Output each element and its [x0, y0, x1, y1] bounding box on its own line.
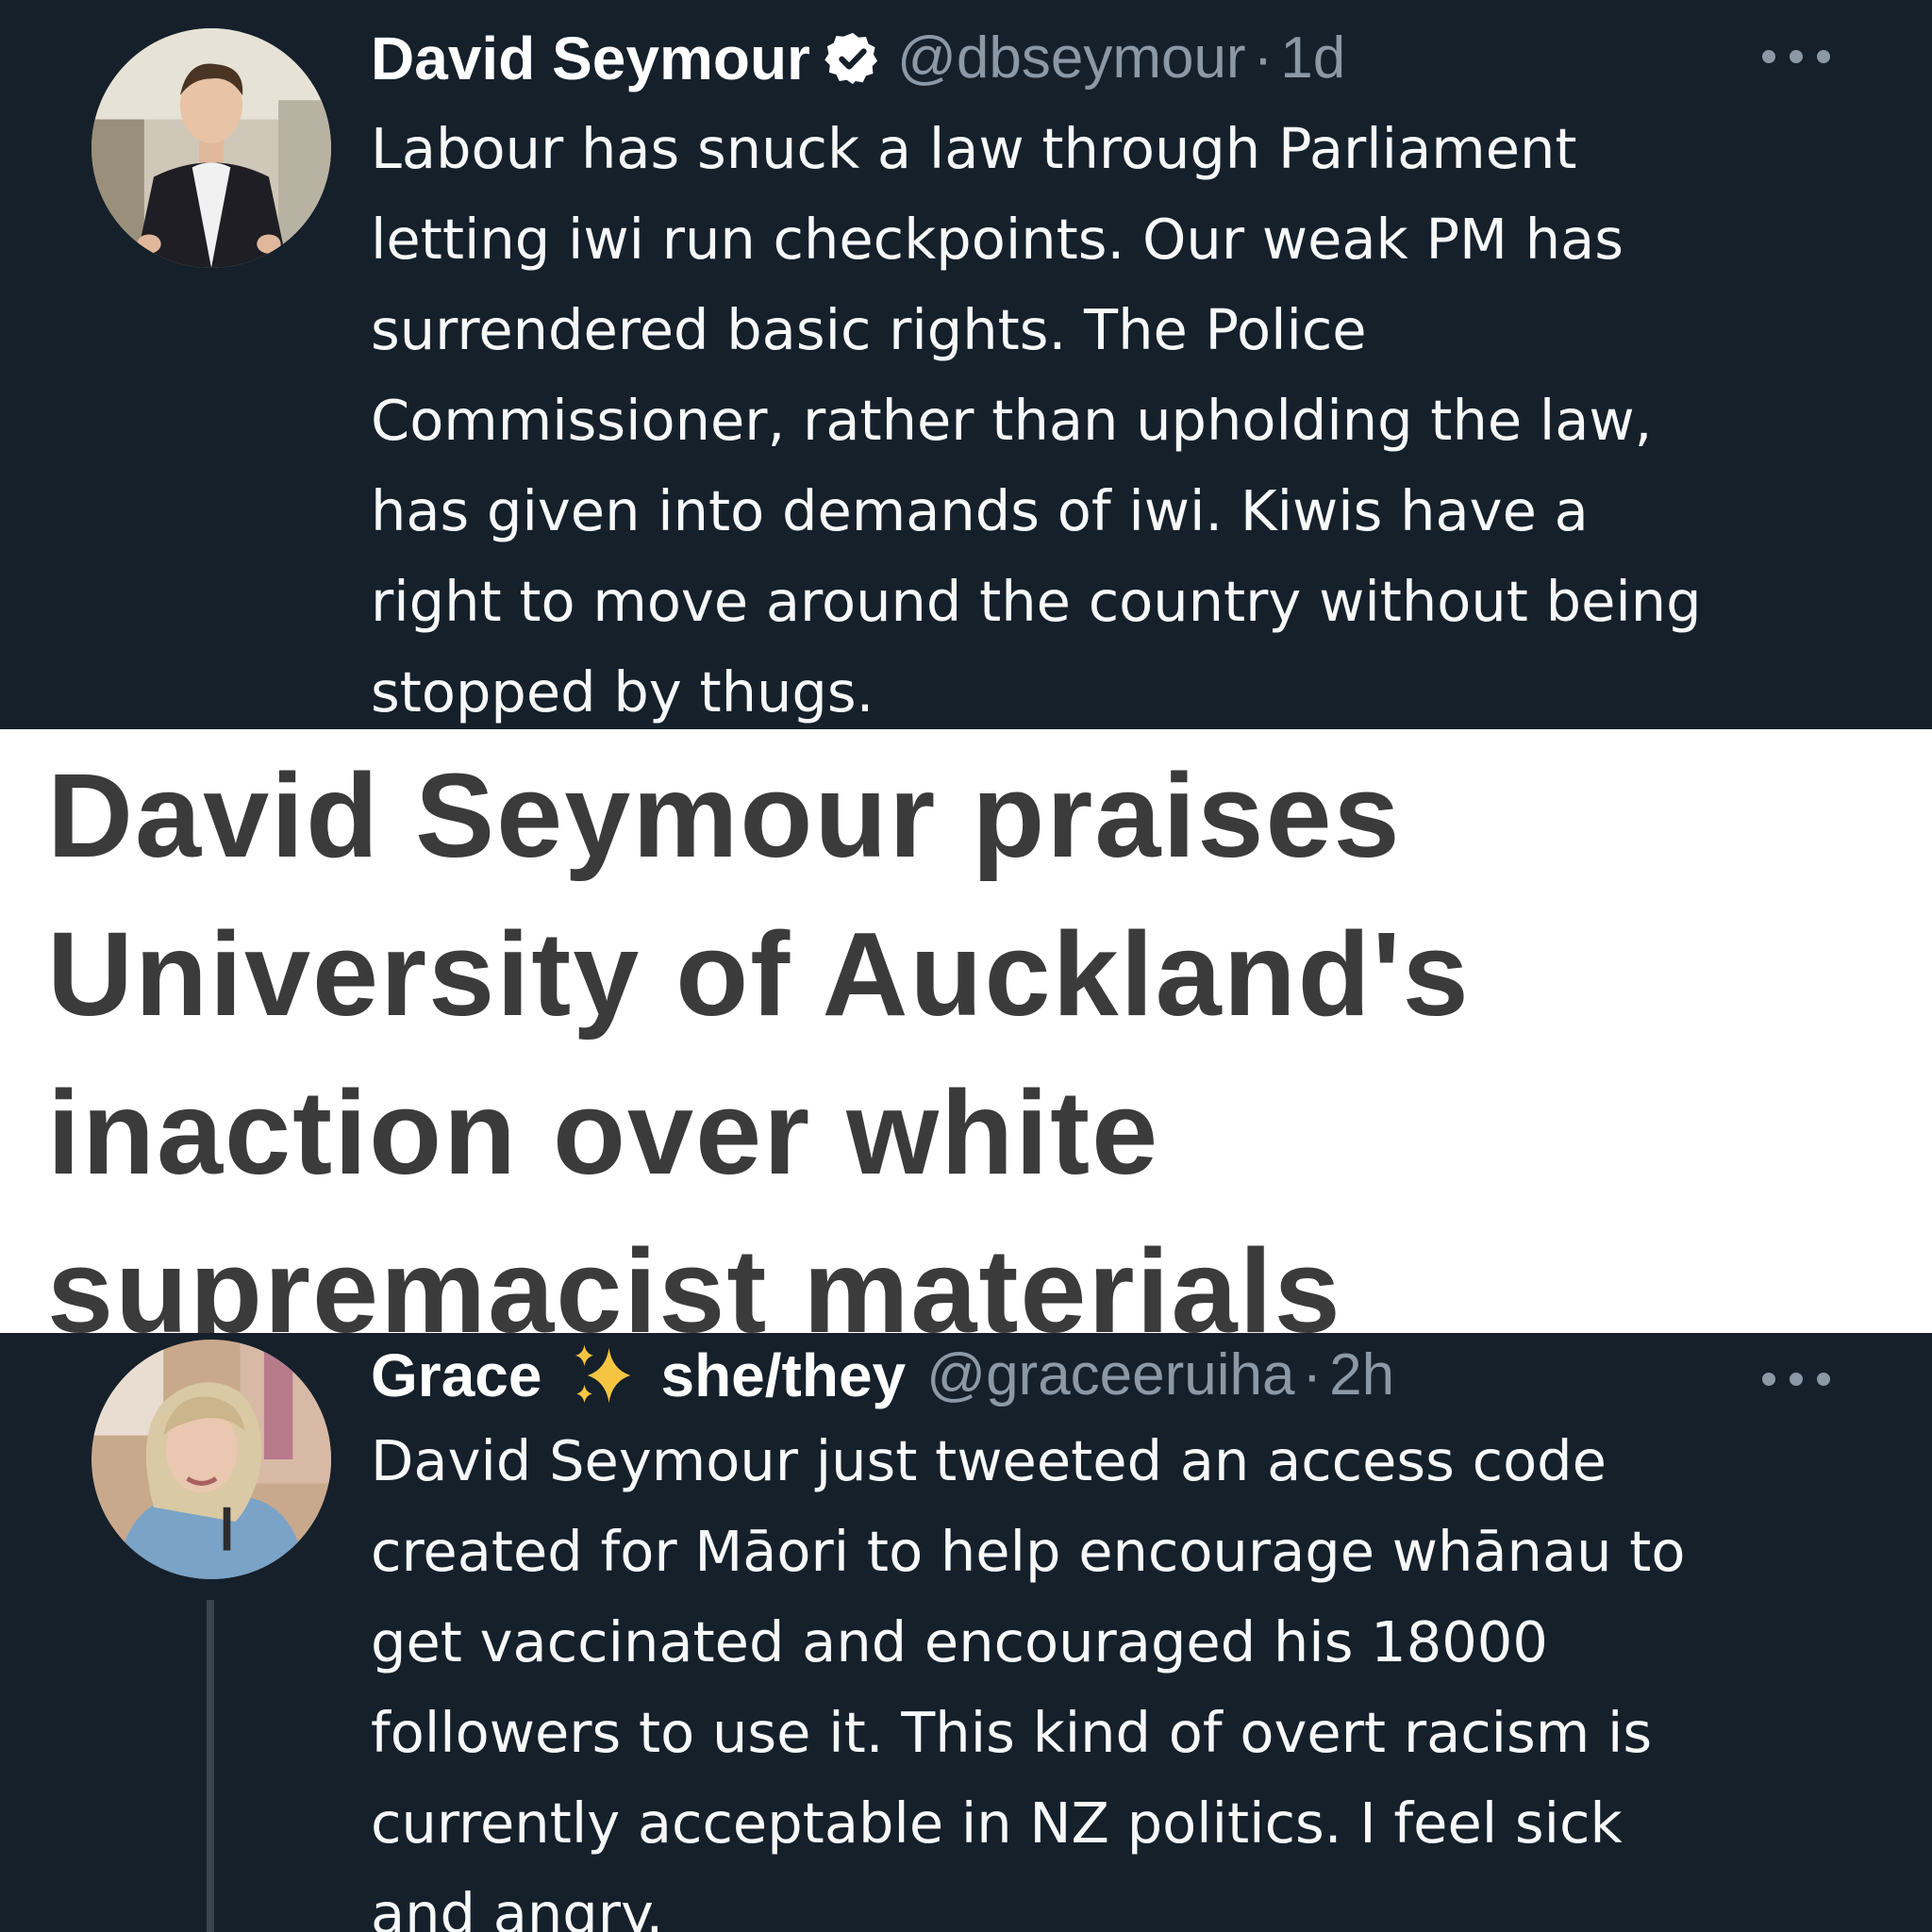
display-name[interactable]: Grace [371, 1338, 541, 1413]
tweet-text-line: right to move around the country without… [371, 569, 1702, 634]
tweet-text-line: David Seymour just tweeted an access cod… [371, 1428, 1607, 1493]
tweet-grace[interactable]: Grace she/they @graceeruiha · 2h David S… [0, 1333, 1932, 1932]
thread-connector-line [207, 1600, 214, 1932]
tweet-text-line: letting iwi run checkpoints. Our weak PM… [371, 207, 1624, 272]
tweet-text-line: Labour has snuck a law through Parliamen… [371, 116, 1577, 181]
tweet-text-line: created for Māori to help encourage whān… [371, 1519, 1686, 1584]
user-handle[interactable]: @dbseymour [897, 21, 1246, 96]
tweet-david-seymour[interactable]: David Seymour @dbseymour · 1d Labour has… [0, 0, 1932, 729]
avatar-grace[interactable] [92, 1340, 331, 1579]
tweet-header: Grace she/they @graceeruiha · 2h [371, 1338, 1394, 1413]
tweet-text-line: and angry. [371, 1881, 664, 1932]
tweet-text-line: currently acceptable in NZ politics. I f… [371, 1790, 1623, 1856]
tweet-text-line: has given into demands of iwi. Kiwis hav… [371, 478, 1589, 543]
tweet-text-line: get vaccinated and encouraged his 18000 [371, 1609, 1548, 1674]
news-headline-panel: David Seymour praises University of Auck… [0, 729, 1932, 1333]
more-options-icon[interactable] [1762, 45, 1830, 68]
headline-line: supremacist materials [47, 1224, 1342, 1333]
tweet-text: David Seymour just tweeted an access cod… [371, 1416, 1861, 1932]
tweet-timestamp[interactable]: 1d [1280, 21, 1345, 96]
tweet-text-line: stopped by thugs. [371, 659, 874, 724]
screenshot-collage: David Seymour @dbseymour · 1d Labour has… [0, 0, 1932, 1932]
avatar-photo-icon [92, 1340, 331, 1579]
more-options-icon[interactable] [1762, 1368, 1830, 1391]
headline-line: inaction over white [47, 1066, 1160, 1199]
tweet-timestamp[interactable]: 2h [1329, 1338, 1394, 1413]
tweet-text-line: Commissioner, rather than upholding the … [371, 388, 1653, 453]
separator-dot: · [1302, 1342, 1323, 1407]
tweet-header: David Seymour @dbseymour · 1d [371, 21, 1345, 96]
avatar-david-seymour[interactable] [92, 28, 331, 268]
headline-line: David Seymour praises [47, 749, 1402, 882]
pronouns: she/they [660, 1341, 907, 1409]
sparkles-emoji-icon [566, 1339, 640, 1412]
user-handle[interactable]: @graceeruiha [926, 1338, 1294, 1413]
verified-badge-icon [824, 29, 882, 88]
avatar-photo-icon [92, 28, 331, 268]
news-headline: David Seymour praises University of Auck… [47, 737, 1471, 1333]
tweet-text-line: followers to use it. This kind of overt … [371, 1700, 1653, 1765]
tweet-text-line: surrendered basic rights. The Police [371, 297, 1367, 362]
display-name[interactable]: David Seymour [371, 21, 810, 96]
headline-line: University of Auckland's [47, 908, 1471, 1041]
separator-dot: · [1253, 25, 1274, 91]
tweet-text: Labour has snuck a law through Parliamen… [371, 104, 1861, 729]
